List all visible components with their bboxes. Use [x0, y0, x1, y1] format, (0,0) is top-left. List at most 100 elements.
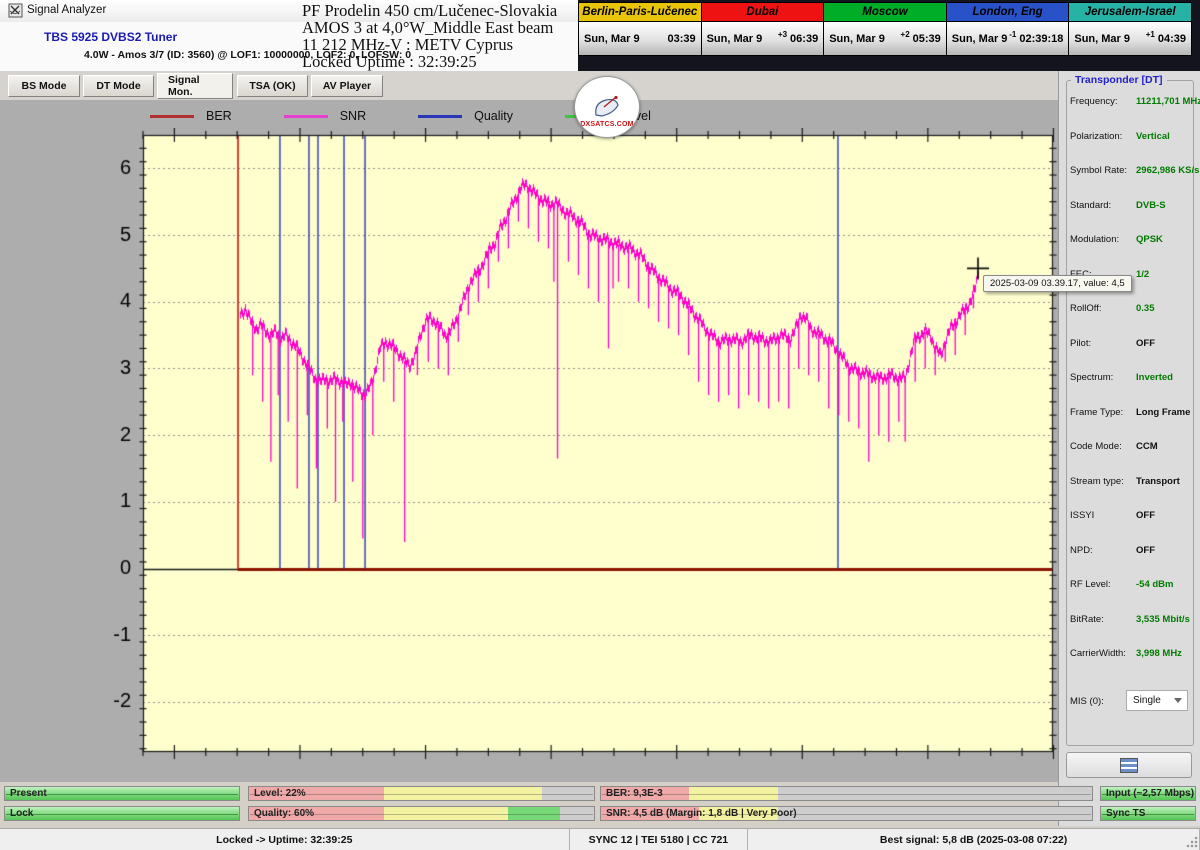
meter-bar: Quality: 60% [248, 806, 595, 821]
meter-label: Quality: 60% [254, 808, 314, 819]
transponder-row-value: Vertical [1136, 131, 1170, 142]
transponder-row-label: Modulation: [1070, 234, 1119, 245]
clock-body: Sun, Mar 9+205:39 [824, 22, 946, 55]
legend-item-ber: BER [150, 109, 232, 123]
mis-row: MIS (0): Single [1070, 690, 1192, 714]
meter-midline [6, 814, 238, 815]
meter-label: BER: 9,3E-3 [606, 788, 663, 799]
statusbar-section: Best signal: 5,8 dB (2025-03-08 07:22) [748, 829, 1200, 850]
clock-body: Sun, Mar 9+104:39 [1069, 22, 1191, 55]
transponder-row-label: ISSYI [1070, 510, 1094, 521]
meter-label: SNR: 4,5 dB (Margin: 1,8 dB | Very Poor) [606, 808, 797, 819]
transponder-row-label: BitRate: [1070, 614, 1104, 625]
transponder-row-label: Stream type: [1070, 476, 1124, 487]
clock-offset: +3 [778, 30, 787, 39]
transponder-row-value: OFF [1136, 545, 1155, 556]
legend-swatch [284, 115, 328, 118]
transponder-row-value: -54 dBm [1136, 579, 1173, 590]
transponder-rows: Frequency:11211,701 MHzPolarization:Vert… [1070, 96, 1192, 683]
clock-cell: Jerusalem-IsraelSun, Mar 9+104:39 [1069, 3, 1191, 55]
transponder-row-value: 0.35 [1136, 303, 1155, 314]
clock-date: Sun, Mar 9 [952, 33, 1009, 45]
clock-city: Moscow [824, 3, 946, 22]
transponder-row-label: RF Level: [1070, 579, 1111, 590]
tab-signal-mon-[interactable]: Signal Mon. [157, 73, 233, 99]
transponder-row-value: Transport [1136, 476, 1180, 487]
meter-label: Level: 22% [254, 788, 306, 799]
statusbar-section: SYNC 12 | TEI 5180 | CC 721 [570, 829, 749, 850]
transponder-row-value: OFF [1136, 510, 1155, 521]
annotation-block: PF Prodelin 450 cm/Lučenec-Slovakia AMOS… [302, 2, 557, 70]
transponder-row-label: NPD: [1070, 545, 1093, 556]
tab-av-player[interactable]: AV Player [311, 75, 383, 97]
transponder-row-value: Inverted [1136, 372, 1173, 383]
meter-label: Sync TS [1106, 808, 1145, 819]
tab-dt-mode[interactable]: DT Mode [83, 75, 154, 97]
chevron-down-icon [1174, 698, 1182, 703]
clock-city: Berlin-Paris-Lučenec [579, 3, 701, 22]
transponder-row: Symbol Rate:2962,986 KS/s [1070, 165, 1192, 200]
clock-time: 03:39 [667, 33, 695, 45]
legend-swatch [418, 115, 462, 118]
legend-label: BER [206, 109, 232, 123]
clock-date: Sun, Mar 9 [707, 33, 778, 45]
transponder-row: Pilot:OFF [1070, 338, 1192, 373]
window-title: Signal Analyzer [27, 4, 106, 16]
legend-label: Quality [474, 109, 513, 123]
transponder-row-value: DVB-S [1136, 200, 1166, 211]
clock-time: 02:39:18 [1019, 33, 1063, 45]
transponder-row-value: 3,998 MHz [1136, 648, 1182, 659]
tab-bar: BS ModeDT ModeSignal Mon.TSA (OK)AV Play… [0, 71, 1058, 100]
clock-cell: DubaiSun, Mar 9+306:39 [702, 3, 825, 55]
meter-label: Input (~2,57 Mbps) [1106, 788, 1194, 799]
statusbar-text: SYNC 12 | TEI 5180 | CC 721 [589, 834, 729, 846]
clock-cell: London, EngSun, Mar 9-102:39:18 [947, 3, 1070, 55]
transponder-row-value: 2962,986 KS/s [1136, 165, 1199, 176]
clock-body: Sun, Mar 903:39 [579, 22, 701, 55]
tuner-name: TBS 5925 DVBS2 Tuner [44, 30, 177, 44]
mis-select[interactable]: Single [1126, 690, 1188, 711]
transponder-row-value: CCM [1136, 441, 1158, 452]
statusbar-text: Locked -> Uptime: 32:39:25 [216, 834, 352, 846]
clock-body: Sun, Mar 9-102:39:18 [947, 22, 1069, 55]
transponder-row-value: 1/2 [1136, 269, 1149, 280]
transponder-row: Polarization: Vertical [1070, 131, 1192, 166]
clock-time: 04:39 [1158, 33, 1186, 45]
transponder-row-label: Polarization: [1070, 131, 1122, 142]
transponder-row-value: OFF [1136, 338, 1155, 349]
meter-bar: BER: 9,3E-3 [600, 786, 1093, 801]
transponder-row: Frame Type:Long Frame [1070, 407, 1192, 442]
meter-label: Present [10, 788, 47, 799]
transponder-row: RF Level: -54 dBm [1070, 579, 1192, 614]
logo-text: DXSATCS.COM [580, 121, 633, 128]
mis-label: MIS (0): [1070, 696, 1104, 707]
transponder-row: Modulation:QPSK [1070, 234, 1192, 269]
legend-item-snr: SNR [284, 109, 366, 123]
status-green-bar: Sync TS [1100, 806, 1196, 821]
tab-tsa-ok-[interactable]: TSA (OK) [237, 75, 308, 97]
tab-bs-mode[interactable]: BS Mode [8, 75, 80, 97]
snr-chart[interactable] [0, 128, 1058, 782]
clock-city: London, Eng [947, 3, 1069, 22]
snapshot-button[interactable] [1066, 752, 1192, 778]
satellite-dish-icon [590, 95, 624, 121]
transponder-row-label: Spectrum: [1070, 372, 1113, 383]
transponder-row: Standard:DVB-S [1070, 200, 1192, 235]
statusbar-section: Locked -> Uptime: 32:39:25 [0, 829, 570, 850]
meter-midline [602, 794, 1091, 795]
transponder-row: Stream type: Transport [1070, 476, 1192, 511]
clock-date: Sun, Mar 9 [829, 33, 900, 45]
meter-label: Lock [10, 808, 33, 819]
transponder-row-label: CarrierWidth: [1070, 648, 1126, 659]
transponder-row-label: RollOff: [1070, 303, 1102, 314]
transponder-row-label: Frame Type: [1070, 407, 1123, 418]
mis-selected-value: Single [1127, 695, 1174, 706]
transponder-row-value: 3,535 Mbit/s [1136, 614, 1190, 625]
clock-offset: +2 [901, 30, 910, 39]
resize-grip[interactable] [1186, 836, 1198, 848]
statusbar-text: Best signal: 5,8 dB (2025-03-08 07:22) [880, 834, 1067, 846]
clock-offset: +1 [1146, 30, 1155, 39]
transponder-title: Transponder [DT] [1071, 74, 1167, 86]
clock-time: 05:39 [913, 33, 941, 45]
transponder-row: ISSYI OFF [1070, 510, 1192, 545]
